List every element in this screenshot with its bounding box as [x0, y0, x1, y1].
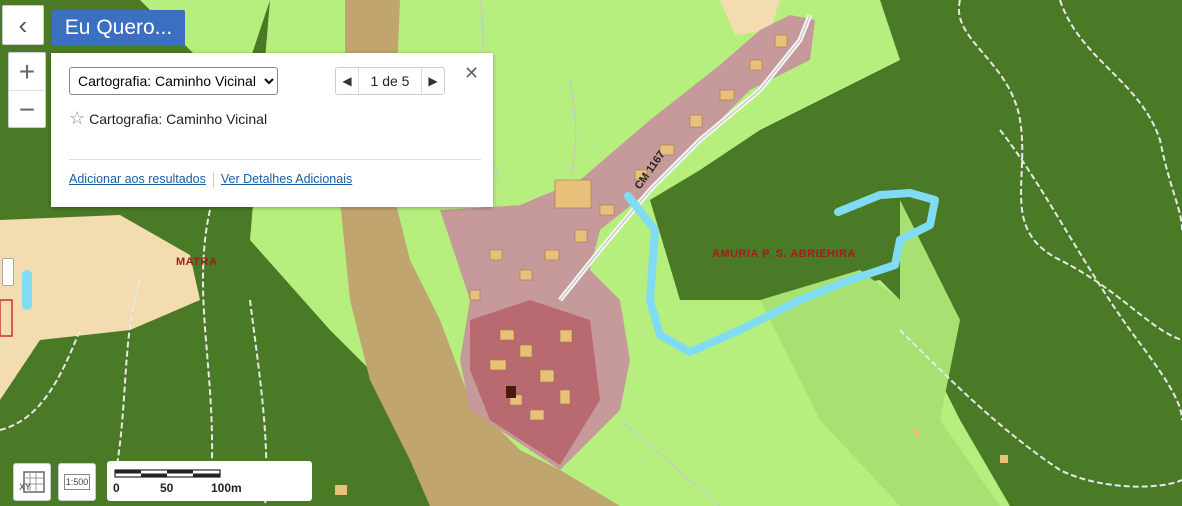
scale-bar: 0 50 100m: [107, 461, 312, 501]
zoom-in-button[interactable]: +: [9, 53, 45, 91]
popup-pager: ◀ 1 de 5 ▶: [335, 67, 445, 95]
zoom-out-button[interactable]: −: [9, 91, 45, 128]
zoom-control: + −: [8, 52, 46, 128]
side-panel-handle[interactable]: [2, 258, 14, 286]
scale-bar-graphic: [114, 469, 221, 478]
view-details-link[interactable]: Ver Detalhes Adicionais: [221, 172, 352, 188]
prev-feature-button[interactable]: ◀: [336, 68, 358, 94]
scale-tick-50: 50: [160, 481, 174, 495]
scale-tick-100: 100m: [211, 481, 242, 495]
place-label-matra: MATRA: [176, 256, 218, 268]
feature-title-row: ☆ Cartografia: Caminho Vicinal: [69, 108, 267, 129]
actions-separator: [212, 172, 214, 188]
xy-grid-icon: XY: [19, 471, 45, 493]
feature-popup: Cartografia: Caminho Vicinal ◀ 1 de 5 ▶ …: [51, 53, 493, 207]
close-popup-button[interactable]: ✕: [464, 63, 479, 84]
place-label-amuria: AMURIA P. S. ABRIEHIRA: [712, 248, 856, 260]
add-to-results-link[interactable]: Adicionar aos resultados: [69, 172, 206, 188]
eu-quero-button[interactable]: Eu Quero...: [52, 10, 185, 46]
chevron-left-icon: ‹: [18, 9, 28, 40]
feature-title: Cartografia: Caminho Vicinal: [89, 110, 268, 127]
layer-select[interactable]: Cartografia: Caminho Vicinal: [69, 67, 278, 95]
xy-coordinates-tool[interactable]: XY: [13, 463, 51, 501]
popup-actions: Adicionar aos resultados Ver Detalhes Ad…: [69, 172, 352, 188]
pager-text: 1 de 5: [358, 68, 422, 94]
triangle-left-icon: ◀: [342, 74, 352, 88]
scale-tick-0: 0: [113, 481, 120, 495]
scale-ratio-tool[interactable]: 1:500: [58, 463, 96, 501]
scale-ratio-text: 1:500: [63, 474, 91, 490]
svg-text:XY: XY: [19, 483, 31, 493]
triangle-right-icon: ▶: [428, 74, 438, 88]
star-icon[interactable]: ☆: [69, 108, 85, 129]
back-button[interactable]: ‹: [2, 5, 44, 45]
popup-divider: [69, 159, 481, 160]
next-feature-button[interactable]: ▶: [422, 68, 444, 94]
